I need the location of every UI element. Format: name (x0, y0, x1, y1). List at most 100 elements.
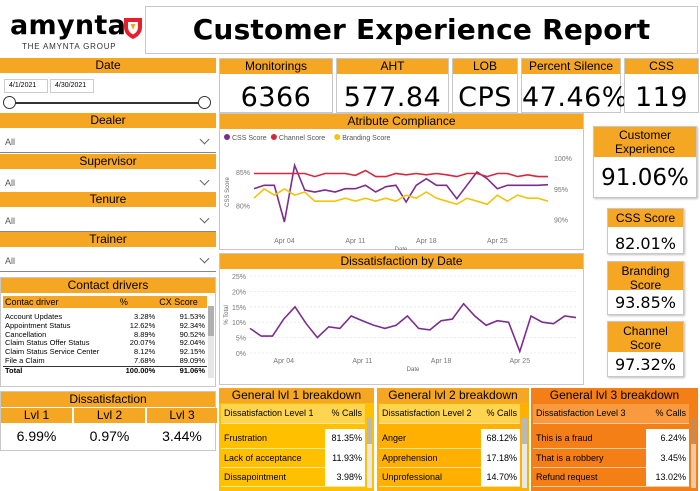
attribute-compliance-panel: Atribute Compliance CSS Score Channel Sco… (219, 113, 584, 250)
col-header-level3[interactable]: Dissatisfaction Level 3 (533, 404, 646, 424)
table-row[interactable]: This is a fraud 6.24% (533, 429, 689, 449)
col-header-calls[interactable]: % Calls (325, 404, 365, 424)
brand-name: amynta (10, 10, 127, 41)
table-scrollbar[interactable] (367, 418, 372, 488)
breakdown-lvl2-table: Dissatisfaction Level 2% Calls Anger 68.1… (379, 404, 520, 487)
col-header-pct[interactable]: % (118, 296, 157, 308)
breakdown-lvl3-panel: General lvl 3 breakdown Dissatisfaction … (531, 388, 698, 491)
dissatisfaction-header: Dissatisfaction (1, 392, 215, 407)
y-tick-left: 85% (236, 170, 250, 177)
breakdown-lvl1-table: Dissatisfaction Level 1% Calls Frustrati… (221, 404, 365, 487)
card-branding-score: Branding Score 93.85% (607, 261, 684, 315)
date-slider-handle-start[interactable] (3, 96, 16, 109)
card-channel-score: Channel Score 97.32% (607, 321, 684, 377)
chevron-down-icon (199, 134, 210, 145)
date-end-field[interactable]: 4/30/2021 (50, 79, 94, 93)
filter-dealer-dropdown[interactable]: All (0, 131, 216, 153)
breakdown-lvl1-panel: General lvl 1 breakdown Dissatisfaction … (219, 388, 374, 491)
filter-tenure-header: Tenure (0, 192, 216, 207)
date-slider-handle-end[interactable] (198, 96, 211, 109)
card-channel-value: 97.32% (614, 355, 676, 374)
x-tick: Apr 04 (273, 358, 294, 365)
kpi-aht-value: 577.84 (343, 82, 442, 113)
row-label: That is a robbery (533, 448, 646, 468)
row-value: 81.35% (325, 429, 365, 449)
card-css-score: CSS Score 82.01% (607, 208, 684, 254)
row-value: 14.70% (481, 467, 520, 487)
dissatisfaction-date-chart: 0% 5% 10% 15% 20% 25% % Total Apr 04 Apr 11 Apr 1… (224, 274, 577, 373)
contact-drivers-panel: Contact drivers Contac driver % CX Score… (0, 277, 216, 387)
col-header-calls[interactable]: % Calls (645, 404, 689, 424)
x-tick: Apr 18 (431, 358, 452, 365)
filter-dealer[interactable]: Dealer All (0, 113, 216, 153)
chevron-down-icon (199, 175, 210, 186)
kpi-aht: AHT 577.84 (336, 58, 449, 113)
filter-dealer-header: Dealer (0, 113, 216, 128)
table-row[interactable]: Anger 68.12% (379, 429, 520, 449)
breakdown-lvl1-title: General lvl 1 breakdown (219, 388, 374, 403)
card-branding-label: Branding Score (608, 262, 683, 292)
date-slicer[interactable]: Date 4/1/2021 4/30/2021 (0, 58, 216, 113)
filter-supervisor[interactable]: Supervisor All (0, 154, 216, 194)
legend-marker-1 (270, 134, 277, 140)
row-label: This is a fraud (533, 429, 646, 449)
table-scrollbar[interactable] (522, 418, 527, 488)
dissatisfaction-panel: Dissatisfaction Lvl 1 Lvl 2 Lvl 3 6.99% … (0, 391, 217, 451)
row-value: 3.45% (645, 448, 689, 468)
row-label: Unprofessional (379, 467, 481, 487)
chevron-down-icon (199, 253, 210, 264)
kpi-css-label: CSS (625, 59, 698, 74)
filter-dealer-value: All (5, 137, 16, 147)
filter-trainer[interactable]: Trainer All (0, 232, 216, 272)
table-row[interactable]: Lack of acceptance 11.93% (221, 448, 365, 468)
x-tick: Apr 04 (274, 238, 295, 245)
col-header-level2[interactable]: Dissatisfaction Level 2 (379, 404, 481, 424)
filter-trainer-dropdown[interactable]: All (0, 250, 216, 272)
dissatisfaction-date-title: Dissatisfaction by Date (220, 254, 583, 269)
lvl2-value: 0.97% (89, 428, 130, 444)
table-scrollbar[interactable] (208, 306, 214, 378)
legend-label-0: CSS Score (232, 135, 267, 142)
series-line-dissatisfaction (249, 302, 577, 354)
total-pct: 100.00% (125, 365, 156, 375)
col-header-driver[interactable]: Contac driver (3, 296, 118, 308)
y-tick-right: 90% (554, 218, 568, 225)
x-axis-label: Date (395, 247, 408, 250)
filter-tenure[interactable]: Tenure All (0, 192, 216, 232)
row-label: Dissapointment (221, 467, 326, 487)
lvl1-label: Lvl 1 (1, 408, 72, 423)
filter-trainer-value: All (5, 256, 16, 266)
filter-supervisor-dropdown[interactable]: All (0, 172, 216, 194)
breakdown-lvl2-title: General lvl 2 breakdown (377, 388, 529, 403)
table-row[interactable]: Frustration 81.35% (221, 429, 365, 449)
y-tick: 0% (236, 351, 246, 358)
col-header-cx[interactable]: CX Score (157, 296, 207, 308)
x-tick: Apr 11 (352, 358, 372, 365)
table-row[interactable]: File a Claim 7.68% 89.09% (3, 356, 207, 366)
y-tick: 15% (232, 305, 246, 312)
kpi-lob-label: LOB (453, 59, 517, 74)
lvl3-value: 3.44% (162, 428, 202, 444)
col-header-level1[interactable]: Dissatisfaction Level 1 (221, 404, 326, 424)
x-tick: Apr 25 (509, 358, 530, 365)
series-line-branding-score (253, 187, 549, 206)
table-row[interactable]: Unprofessional 14.70% (379, 467, 520, 487)
filter-trainer-header: Trainer (0, 232, 216, 247)
x-tick: Apr 18 (416, 238, 437, 245)
row-label: Anger (379, 429, 481, 449)
table-row[interactable]: Dissapointment 3.98% (221, 467, 365, 487)
table-scrollbar[interactable] (691, 418, 696, 488)
filter-tenure-value: All (5, 216, 16, 226)
y-tick: 20% (232, 289, 246, 296)
total-cx: 91.06% (179, 365, 205, 375)
filter-tenure-dropdown[interactable]: All (0, 210, 216, 232)
date-start-field[interactable]: 4/1/2021 (4, 79, 48, 93)
breakdown-lvl3-title: General lvl 3 breakdown (531, 388, 698, 403)
date-slicer-header: Date (0, 58, 216, 73)
table-row[interactable]: Apprehension 17.18% (379, 448, 520, 468)
x-tick: Apr 25 (487, 238, 508, 245)
col-header-calls[interactable]: % Calls (481, 404, 520, 424)
table-row[interactable]: That is a robbery 3.45% (533, 448, 689, 468)
legend-label-1: Channel Score (279, 135, 325, 142)
table-row[interactable]: Refund request 13.02% (533, 467, 689, 487)
